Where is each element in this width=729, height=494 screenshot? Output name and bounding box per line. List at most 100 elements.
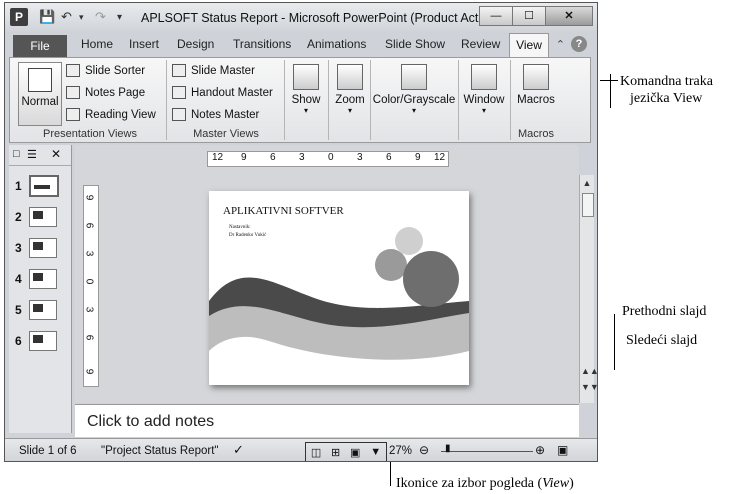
- color-grayscale-label: Color/Grayscale: [372, 94, 456, 106]
- slide-master-label: Slide Master: [191, 64, 255, 77]
- slide-thumbnail[interactable]: [29, 300, 57, 320]
- next-slide-icon[interactable]: ▼▼: [581, 381, 597, 393]
- slide-sorter-shortcut-icon[interactable]: ⊞: [331, 446, 340, 459]
- ribbon-separator: [284, 60, 285, 140]
- thumbnail-number: 6: [15, 334, 22, 348]
- annotation-ribbon-line1: Komandna traka: [620, 74, 713, 89]
- vertical-scrollbar[interactable]: ▲ ▲▲ ▼▼: [579, 175, 597, 403]
- reading-view-icon: [66, 108, 80, 121]
- outline-tab-icon[interactable]: ☰: [27, 148, 37, 161]
- slide-wave-graphic: [209, 227, 469, 360]
- thumbnail-item[interactable]: 3: [15, 238, 57, 258]
- slide-thumbnail[interactable]: [29, 269, 57, 289]
- thumbnail-number: 1: [15, 179, 22, 193]
- ruler-tick: 6: [83, 222, 95, 229]
- tab-design[interactable]: Design: [177, 37, 214, 51]
- window-button[interactable]: Window ▾: [460, 64, 508, 115]
- ruler-tick: 12: [434, 152, 446, 163]
- maximize-button[interactable]: ☐: [512, 6, 546, 26]
- slide-show-shortcut-icon[interactable]: ▼: [370, 446, 381, 458]
- spell-check-icon[interactable]: ✓: [233, 442, 244, 458]
- normal-view-button[interactable]: Normal: [18, 62, 62, 126]
- previous-slide-icon[interactable]: ▲▲: [581, 365, 597, 377]
- current-slide[interactable]: APLIKATIVNI SOFTVER Nastavnik: Dr Radenk…: [209, 191, 469, 385]
- slide-master-icon: [172, 64, 186, 77]
- tab-insert[interactable]: Insert: [129, 37, 159, 51]
- scroll-up-icon[interactable]: ▲: [581, 177, 593, 189]
- window-title: APLSOFT Status Report - Microsoft PowerP…: [141, 11, 489, 25]
- handout-master-icon: [172, 86, 186, 99]
- tab-file[interactable]: File: [13, 35, 67, 57]
- undo-dropdown-icon[interactable]: ▾: [79, 12, 84, 23]
- thumbnail-item[interactable]: 1: [15, 175, 59, 197]
- slides-tab-icon[interactable]: □: [13, 148, 20, 160]
- zoom-button[interactable]: Zoom ▾: [332, 64, 368, 115]
- ruler-tick: 12: [212, 152, 224, 163]
- notes-page-button[interactable]: Notes Page: [66, 86, 145, 99]
- ribbon-separator: [370, 60, 371, 140]
- redo-icon[interactable]: ↷: [95, 9, 106, 25]
- zoom-slider[interactable]: [441, 451, 533, 452]
- thumbnail-pane-header: □ ☰ ✕: [9, 145, 71, 166]
- theme-name[interactable]: "Project Status Report": [101, 445, 218, 457]
- ruler-tick: 6: [386, 152, 392, 163]
- tab-view[interactable]: View: [509, 33, 549, 57]
- save-icon[interactable]: 💾: [39, 9, 55, 25]
- minimize-ribbon-icon[interactable]: ⌃: [556, 38, 565, 51]
- thumbnail-item[interactable]: 4: [15, 269, 57, 289]
- zoom-out-icon[interactable]: ⊖: [419, 443, 429, 457]
- window-label: Window: [463, 94, 505, 106]
- handout-master-button[interactable]: Handout Master: [172, 86, 273, 99]
- close-button[interactable]: ✕: [545, 6, 593, 26]
- slide-thumbnail[interactable]: [29, 207, 57, 227]
- fit-to-window-icon[interactable]: ▣: [557, 443, 568, 457]
- slide-thumbnail[interactable]: [29, 331, 57, 351]
- ruler-tick: 3: [83, 306, 95, 313]
- minimize-button[interactable]: —: [479, 6, 513, 26]
- notes-pane[interactable]: Click to add notes: [75, 404, 579, 437]
- powerpoint-app-icon[interactable]: P: [10, 8, 28, 26]
- tab-transitions[interactable]: Transitions: [233, 37, 291, 51]
- close-pane-icon[interactable]: ✕: [51, 147, 61, 161]
- window-icon: [471, 64, 497, 90]
- ribbon-separator: [328, 60, 329, 140]
- ruler-tick: 0: [328, 152, 334, 163]
- slide-master-button[interactable]: Slide Master: [172, 64, 255, 77]
- help-icon[interactable]: ?: [571, 36, 587, 52]
- zoom-in-icon[interactable]: ⊕: [535, 443, 545, 457]
- title-bar: P 💾 ↶ ▾ ↷ ▾ APLSOFT Status Report - Micr…: [5, 3, 597, 33]
- macros-button[interactable]: Macros: [512, 64, 560, 106]
- status-bar: Slide 1 of 6 "Project Status Report" ✓ ◫…: [5, 438, 597, 461]
- annotation-view-icons: Ikonice za izbor pogleda (View): [396, 476, 574, 491]
- tab-slide-show[interactable]: Slide Show: [385, 37, 445, 51]
- thumbnail-item[interactable]: 6: [15, 331, 57, 351]
- zoom-slider-handle[interactable]: ▮: [445, 443, 451, 454]
- ribbon-view: Normal Slide Sorter Notes Page Reading V…: [9, 57, 591, 143]
- slide-thumbnail-pane: □ ☰ ✕ 1 2 3 4 5 6: [9, 145, 72, 433]
- slide-sorter-label: Slide Sorter: [85, 64, 146, 77]
- thumbnail-item[interactable]: 5: [15, 300, 57, 320]
- reading-view-button[interactable]: Reading View: [66, 108, 156, 121]
- tab-review[interactable]: Review: [461, 37, 500, 51]
- scroll-thumb[interactable]: [582, 193, 594, 217]
- notes-page-label: Notes Page: [85, 86, 146, 99]
- show-button[interactable]: Show ▾: [288, 64, 324, 115]
- annotation-leader-line: [610, 74, 611, 108]
- normal-view-shortcut-icon[interactable]: ◫: [311, 446, 321, 459]
- customize-toolbar-icon[interactable]: ▾: [117, 12, 122, 23]
- undo-icon[interactable]: ↶: [61, 9, 72, 25]
- tab-animations[interactable]: Animations: [307, 37, 366, 51]
- thumbnail-item[interactable]: 2: [15, 207, 57, 227]
- notes-master-button[interactable]: Notes Master: [172, 108, 259, 121]
- color-grayscale-button[interactable]: Color/Grayscale ▾: [372, 64, 456, 115]
- show-label: Show: [291, 94, 321, 106]
- slide-thumbnail[interactable]: [29, 238, 57, 258]
- tab-home[interactable]: Home: [81, 37, 113, 51]
- ribbon-separator: [458, 60, 459, 140]
- zoom-level[interactable]: 27%: [389, 445, 412, 457]
- slide-sorter-button[interactable]: Slide Sorter: [66, 64, 145, 77]
- reading-view-shortcut-icon[interactable]: ▣: [350, 446, 360, 459]
- notes-master-label: Notes Master: [191, 108, 260, 121]
- slide-thumbnail[interactable]: [29, 175, 59, 197]
- notes-page-icon: [66, 86, 80, 99]
